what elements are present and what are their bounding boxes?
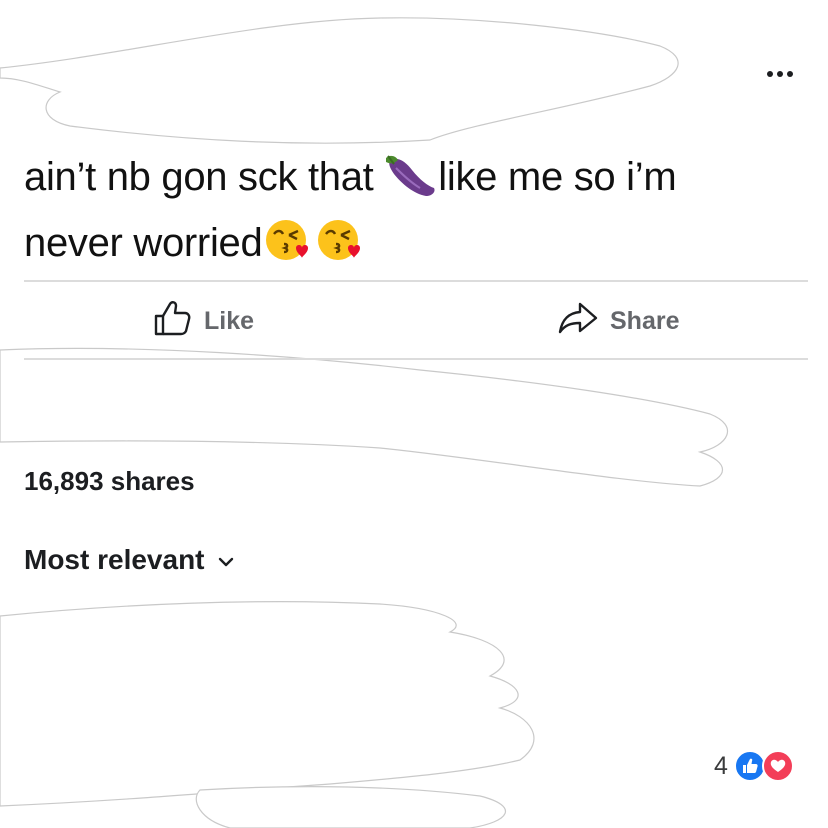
post-text-line-2: never worried [24,214,804,280]
share-label: Share [610,306,680,335]
shares-count[interactable]: 16,893 shares [24,466,195,497]
more-dot [777,71,783,77]
like-label: Like [204,306,255,335]
more-dot [767,71,773,77]
divider [24,280,808,282]
kissing-face-emoji-icon [314,216,362,280]
redaction-scribbles [0,17,729,828]
share-arrow-icon [558,300,598,343]
chevron-down-icon [217,544,235,576]
post-text-line-1: ain’t nb gon sck that like me so i’m [24,148,804,214]
love-reaction-icon [761,750,794,782]
eggplant-emoji-icon [384,154,438,214]
reaction-count: 4 [714,751,728,780]
more-options-button[interactable] [760,62,800,86]
more-dot [787,71,793,77]
share-button[interactable]: Share [558,298,679,344]
like-button[interactable]: Like [152,298,254,344]
divider [24,358,808,360]
comment-sort-dropdown[interactable]: Most relevant [24,544,235,576]
post-text-segment: ain’t nb gon sck that [24,155,385,199]
comment-reactions[interactable]: 4 [714,748,794,784]
sort-label: Most relevant [24,544,205,575]
post-text-segment: like me so i’m [438,155,677,199]
post-text-segment: never worried [24,221,263,265]
thumbs-up-icon [152,298,192,345]
kissing-face-emoji-icon [262,216,310,280]
post-text: ain’t nb gon sck that like me so i’m nev… [24,148,804,280]
